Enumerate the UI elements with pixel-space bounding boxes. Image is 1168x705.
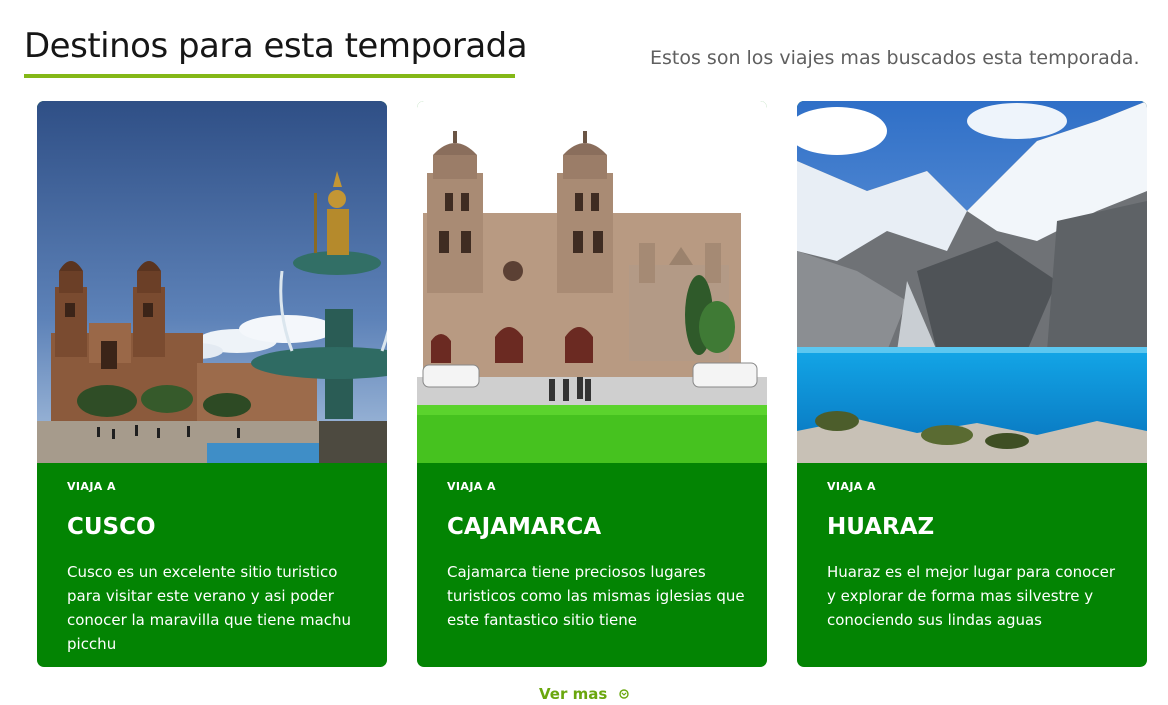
huaraz-image — [797, 101, 1147, 463]
destination-cards: VIAJA A CUSCO Cusco es un excelente siti… — [37, 101, 1147, 667]
title-underline — [24, 74, 515, 78]
section-subtitle: Estos son los viajes mas buscados esta t… — [650, 47, 1140, 69]
ver-mas-label: Ver mas — [539, 685, 608, 703]
card-kicker: VIAJA A — [67, 480, 116, 493]
card-kicker: VIAJA A — [447, 480, 496, 493]
destination-card-cajamarca[interactable]: VIAJA A CAJAMARCA Cajamarca tiene precio… — [417, 101, 767, 667]
card-title: HUARAZ — [827, 514, 935, 540]
section-header: Destinos para esta temporada Estos son l… — [24, 24, 1144, 84]
cajamarca-image — [417, 101, 767, 463]
card-kicker: VIAJA A — [827, 480, 876, 493]
card-body: VIAJA A HUARAZ Huaraz es el mejor lugar … — [827, 463, 1123, 667]
chevron-down-circle-icon — [619, 689, 629, 699]
cusco-image — [37, 101, 387, 463]
destination-card-cusco[interactable]: VIAJA A CUSCO Cusco es un excelente siti… — [37, 101, 387, 667]
destination-card-huaraz[interactable]: VIAJA A HUARAZ Huaraz es el mejor lugar … — [797, 101, 1147, 667]
ver-mas-link[interactable]: Ver mas — [539, 683, 629, 705]
card-title: CUSCO — [67, 514, 156, 540]
destinations-section: Destinos para esta temporada Estos son l… — [0, 0, 1168, 705]
card-body: VIAJA A CAJAMARCA Cajamarca tiene precio… — [447, 463, 745, 667]
card-title: CAJAMARCA — [447, 514, 602, 540]
card-body: VIAJA A CUSCO Cusco es un excelente siti… — [67, 463, 363, 667]
section-title: Destinos para esta temporada — [24, 26, 528, 66]
card-description: Huaraz es el mejor lugar para conocer y … — [827, 563, 1115, 629]
card-description: Cusco es un excelente sitio turistico pa… — [67, 563, 352, 653]
card-description: Cajamarca tiene preciosos lugares turist… — [447, 563, 745, 629]
